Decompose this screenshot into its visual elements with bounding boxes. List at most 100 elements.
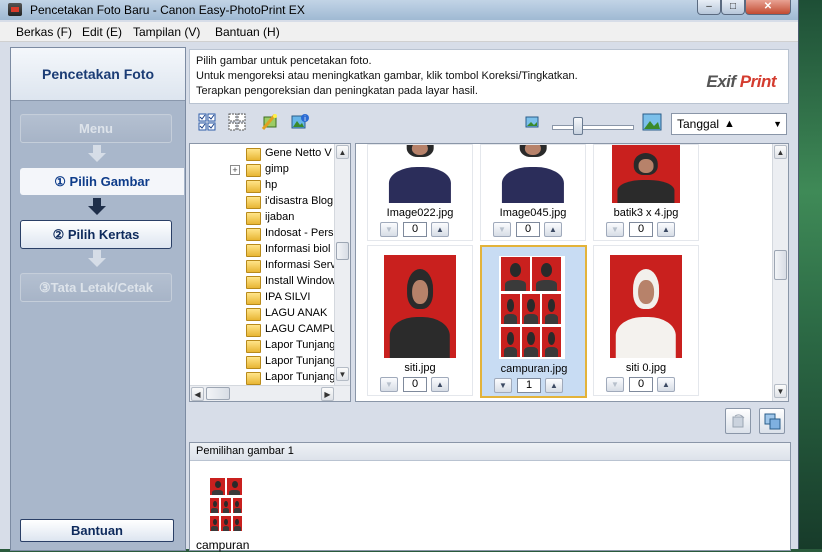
instruction-line-2: Untuk mengoreksi atau meningkatkan gamba… xyxy=(196,70,578,82)
copies-value[interactable]: 0 xyxy=(403,377,427,392)
image-thumbnail[interactable]: Image045.jpg ▼ 0 ▲ xyxy=(480,144,586,241)
collage-image xyxy=(499,256,565,359)
select-all-icon[interactable] xyxy=(198,113,216,131)
selected-image-thumbnail[interactable] xyxy=(208,477,246,533)
decrement-button[interactable]: ▼ xyxy=(493,222,511,237)
tree-item[interactable]: Lapor Tunjang xyxy=(190,338,335,354)
zoom-slider-track[interactable] xyxy=(552,125,634,130)
tree-item[interactable]: Gene Netto V xyxy=(190,146,334,162)
maximize-icon: □ xyxy=(729,1,737,12)
folder-icon xyxy=(246,356,261,369)
increment-button[interactable]: ▲ xyxy=(431,377,449,392)
tree-item-label: Indosat - Pers xyxy=(265,227,334,239)
thumbnail-filename: batik3 x 4.jpg xyxy=(613,207,679,219)
step-tata-letak-cetak[interactable]: ③Tata Letak/Cetak xyxy=(20,273,172,302)
increment-button[interactable]: ▲ xyxy=(544,222,562,237)
increment-button[interactable]: ▲ xyxy=(545,378,563,393)
increment-button[interactable]: ▲ xyxy=(657,222,675,237)
menu-tampilan[interactable]: Tampilan (V) xyxy=(133,25,200,39)
thumbnail-filename: Image045.jpg xyxy=(499,207,567,219)
tree-item[interactable]: Lapor Tunjang xyxy=(190,370,335,386)
hscroll-thumb[interactable] xyxy=(206,387,230,400)
folder-icon xyxy=(246,308,261,321)
image-info-icon[interactable]: i xyxy=(291,113,309,131)
grid-vertical-scrollbar[interactable]: ▲ ▼ xyxy=(772,144,788,401)
copies-value[interactable]: 0 xyxy=(629,222,653,237)
help-button[interactable]: Bantuan xyxy=(20,519,174,542)
photo-image xyxy=(384,255,456,358)
zoom-in-icon[interactable] xyxy=(642,113,662,131)
duplicate-button[interactable] xyxy=(759,408,785,434)
arrow-down-icon xyxy=(88,198,106,216)
decrement-button[interactable]: ▼ xyxy=(606,222,624,237)
menu-berkas[interactable]: Berkas (F) xyxy=(16,25,72,39)
scroll-down-icon[interactable]: ▼ xyxy=(336,367,349,381)
tree-item[interactable]: Informasi Serv xyxy=(190,258,336,274)
title-bar[interactable]: Pencetakan Foto Baru - Canon Easy-PhotoP… xyxy=(0,0,798,20)
scroll-right-icon[interactable]: ▶ xyxy=(321,387,334,401)
main-area: Pilih gambar untuk pencetakan foto. Untu… xyxy=(188,47,791,552)
tree-item[interactable]: Indosat - Pers xyxy=(190,226,334,242)
scroll-thumb[interactable] xyxy=(336,242,349,260)
tree-item[interactable]: LAGU CAMPUR xyxy=(190,322,346,338)
folder-icon xyxy=(246,292,261,305)
decrement-button[interactable]: ▼ xyxy=(606,377,624,392)
expand-icon[interactable]: + xyxy=(230,165,240,175)
folder-tree: Gene Netto V + gimp hp i'disastra Blog ijaban… xyxy=(189,143,351,402)
sort-dropdown[interactable]: Tanggal ▲ ▼ xyxy=(671,113,787,135)
menu-button[interactable]: Menu xyxy=(20,114,172,143)
correct-enhance-icon[interactable] xyxy=(261,113,279,131)
zoom-out-icon[interactable] xyxy=(525,116,539,128)
step-pilih-gambar[interactable]: ① Pilih Gambar xyxy=(20,168,184,195)
tree-item[interactable]: Informasi biol xyxy=(190,242,334,258)
tree-item[interactable]: i'disastra Blog xyxy=(190,194,334,210)
thumbnail-filename: siti.jpg xyxy=(404,362,436,374)
tree-item-label: Install Window xyxy=(265,275,336,287)
image-thumbnail[interactable]: campuran.jpg ▼ 1 ▲ xyxy=(480,245,587,398)
increment-button[interactable]: ▲ xyxy=(431,222,449,237)
folder-icon xyxy=(246,164,261,177)
menu-edit[interactable]: Edit (E) xyxy=(82,25,122,39)
minimize-button[interactable]: – xyxy=(697,0,721,15)
image-thumbnail[interactable]: Image022.jpg ▼ 0 ▲ xyxy=(367,144,473,241)
sort-value: Tanggal xyxy=(677,117,720,131)
close-button[interactable]: ✕ xyxy=(745,0,791,15)
tree-vertical-scrollbar[interactable]: ▲ ▼ xyxy=(334,144,350,385)
copies-stepper: ▼ 0 ▲ xyxy=(380,222,460,237)
tree-item[interactable]: IPA SILVI xyxy=(190,290,334,306)
scroll-up-icon[interactable]: ▲ xyxy=(336,145,349,159)
image-thumbnail[interactable]: siti 0.jpg ▼ 0 ▲ xyxy=(593,245,699,396)
tree-item[interactable]: hp xyxy=(190,178,334,194)
copies-stepper: ▼ 1 ▲ xyxy=(494,378,574,393)
tree-item-label: IPA SILVI xyxy=(265,291,311,303)
decrement-button[interactable]: ▼ xyxy=(380,222,398,237)
scroll-thumb[interactable] xyxy=(774,250,787,280)
step-pilih-kertas[interactable]: ② Pilih Kertas xyxy=(20,220,172,249)
decrement-button[interactable]: ▼ xyxy=(380,377,398,392)
scroll-down-icon[interactable]: ▼ xyxy=(774,384,787,398)
copies-value[interactable]: 1 xyxy=(517,378,541,393)
maximize-button[interactable]: □ xyxy=(721,0,745,15)
copies-value[interactable]: 0 xyxy=(629,377,653,392)
decrement-button[interactable]: ▼ xyxy=(494,378,512,393)
image-thumbnail[interactable]: siti.jpg ▼ 0 ▲ xyxy=(367,245,473,396)
tree-item[interactable]: LAGU ANAK xyxy=(190,306,334,322)
rotate-button[interactable] xyxy=(725,408,751,434)
tree-horizontal-scrollbar[interactable]: ◀ ▶ xyxy=(190,385,350,401)
menu-bantuan[interactable]: Bantuan (H) xyxy=(215,25,280,39)
collage-image xyxy=(208,477,246,533)
deselect-all-icon[interactable] xyxy=(228,113,246,131)
image-thumbnail[interactable]: batik3 x 4.jpg ▼ 0 ▲ xyxy=(593,144,699,241)
copies-value[interactable]: 0 xyxy=(516,222,540,237)
copies-value[interactable]: 0 xyxy=(403,222,427,237)
folder-icon xyxy=(246,260,261,273)
scroll-up-icon[interactable]: ▲ xyxy=(774,145,787,159)
zoom-slider-thumb[interactable] xyxy=(573,117,583,135)
increment-button[interactable]: ▲ xyxy=(657,377,675,392)
tree-item-label: ijaban xyxy=(265,211,295,223)
tree-item[interactable]: Install Window xyxy=(190,274,336,290)
tree-item[interactable]: Lapor Tunjang xyxy=(190,354,335,370)
scroll-left-icon[interactable]: ◀ xyxy=(191,387,204,401)
tree-item[interactable]: + gimp xyxy=(190,162,334,178)
tree-item[interactable]: ijaban xyxy=(190,210,334,226)
